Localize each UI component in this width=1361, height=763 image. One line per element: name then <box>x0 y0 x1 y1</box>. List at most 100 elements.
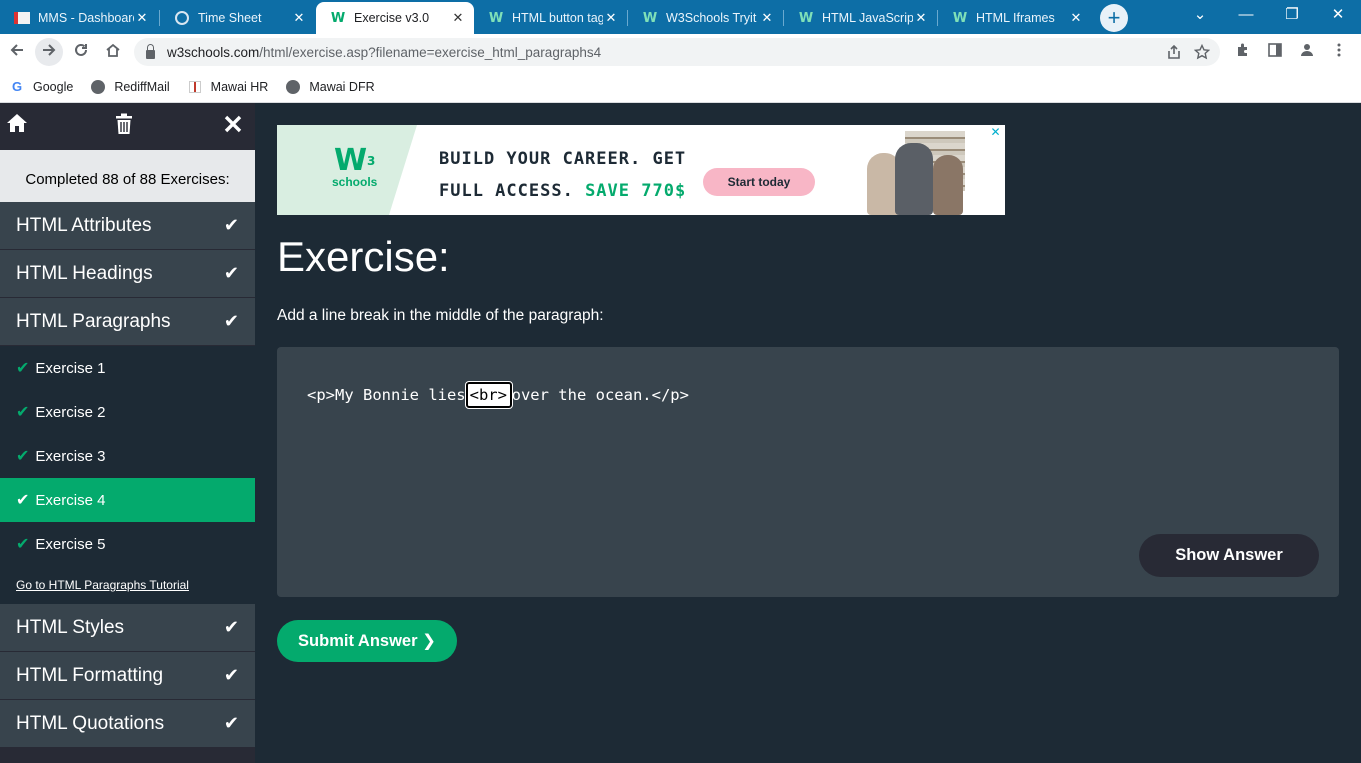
close-icon[interactable] <box>224 113 242 139</box>
ad-start-today-button[interactable]: Start today <box>703 168 815 196</box>
logo-mark: W <box>333 143 368 178</box>
forward-icon[interactable] <box>35 38 63 66</box>
address-bar[interactable]: w3schools.com/html/exercise.asp?filename… <box>134 38 1220 66</box>
w3schools-icon: W <box>488 10 504 26</box>
browser-tab-bar: MMS - Dashboard ✕ Time Sheet ✕ W Exercis… <box>0 0 1361 34</box>
bookmark-label: Google <box>33 79 74 94</box>
exercise-label: Exercise 2 <box>35 403 106 421</box>
google-icon: G <box>11 79 23 94</box>
exercise-sidebar: Completed 88 of 88 Exercises: HTML Attri… <box>0 103 255 763</box>
sidebar-exercise-2[interactable]: ✔ Exercise 2 <box>0 390 255 434</box>
tab-html-button-tag[interactable]: W HTML button tag ✕ <box>474 2 627 34</box>
bookmark-mawai-hr[interactable]: Mawai HR <box>188 79 269 94</box>
sidebar-category-html-quotations[interactable]: HTML Quotations ✔ <box>0 700 255 748</box>
tab-close-icon[interactable]: ✕ <box>1068 10 1084 26</box>
category-label: HTML Headings <box>16 262 153 284</box>
exercise-label: Exercise 1 <box>35 359 106 377</box>
advertisement-banner[interactable]: W3 schools BUILD YOUR CAREER. GET FULL A… <box>277 125 1005 215</box>
tab-w3schools-tryit[interactable]: W W3Schools Tryit Editor ✕ <box>628 2 783 34</box>
category-label: HTML Formatting <box>16 664 164 686</box>
bookmark-google[interactable]: G Google <box>10 79 74 94</box>
bookmark-rediffmail[interactable]: RediffMail <box>91 79 170 94</box>
w3schools-logo: W3 schools <box>332 146 377 190</box>
code-exercise-box: <p>My Bonnie lies over the ocean.</p> Sh… <box>277 347 1339 597</box>
tab-title: W3Schools Tryit Editor <box>666 11 759 25</box>
back-icon[interactable] <box>3 38 31 66</box>
w3schools-icon: W <box>330 10 346 26</box>
home-browser-icon[interactable] <box>99 38 127 66</box>
bookmark-label: RediffMail <box>114 79 170 94</box>
bookmark-label: Mawai HR <box>210 79 269 94</box>
tab-close-icon[interactable]: ✕ <box>603 10 619 26</box>
tab-close-icon[interactable]: ✕ <box>913 10 929 26</box>
menu-icon[interactable] <box>1325 38 1353 66</box>
extensions-icon[interactable] <box>1229 38 1257 66</box>
reload-icon[interactable] <box>67 38 95 66</box>
check-icon: ✔ <box>223 713 239 733</box>
url-host: w3schools.com <box>167 44 260 60</box>
check-icon: ✔ <box>16 360 30 377</box>
tab-html-javascript[interactable]: W HTML JavaScript ✕ <box>784 2 937 34</box>
tab-title: HTML JavaScript <box>822 11 913 25</box>
tab-html-iframes[interactable]: W HTML Iframes ✕ <box>938 2 1092 34</box>
sidebar-category-html-formatting[interactable]: HTML Formatting ✔ <box>0 652 255 700</box>
sidebar-category-html-headings[interactable]: HTML Headings ✔ <box>0 250 255 298</box>
submit-answer-button[interactable]: Submit Answer ❯ <box>277 620 457 662</box>
url-path: /html/exercise.asp?filename=exercise_htm… <box>259 44 602 60</box>
check-icon: ✔ <box>223 617 239 637</box>
minimize-button[interactable]: — <box>1223 0 1269 30</box>
check-icon: ✔ <box>223 311 239 331</box>
tab-title: MMS - Dashboard <box>38 11 134 25</box>
bookmark-star-icon[interactable] <box>1193 43 1211 64</box>
tab-exercise[interactable]: W Exercise v3.0 ✕ <box>316 2 474 34</box>
tab-title: Exercise v3.0 <box>354 11 430 25</box>
restore-button[interactable]: ❐ <box>1269 0 1315 30</box>
tab-close-icon[interactable]: ✕ <box>759 10 775 26</box>
tab-close-icon[interactable]: ✕ <box>450 10 466 26</box>
trash-icon[interactable] <box>115 113 133 141</box>
ad-close-icon[interactable]: ✕ <box>988 125 1003 140</box>
w3schools-icon: W <box>952 10 968 26</box>
tab-title: HTML Iframes <box>976 11 1055 25</box>
ad-headline: BUILD YOUR CAREER. GET FULL ACCESS. SAVE… <box>439 143 686 207</box>
logo-sup: 3 <box>367 154 376 168</box>
sidebar-category-html-styles[interactable]: HTML Styles ✔ <box>0 604 255 652</box>
share-icon[interactable] <box>1166 44 1182 64</box>
globe-icon <box>91 79 106 94</box>
sidebar-exercise-5[interactable]: ✔ Exercise 5 <box>0 522 255 566</box>
progress-text: Completed 88 of 88 Exercises: <box>0 150 255 202</box>
ad-photo <box>837 125 1005 215</box>
mms-icon <box>14 10 30 26</box>
sidebar-exercise-3[interactable]: ✔ Exercise 3 <box>0 434 255 478</box>
tutorial-link[interactable]: Go to HTML Paragraphs Tutorial <box>16 578 189 592</box>
check-icon: ✔ <box>16 536 30 553</box>
close-window-button[interactable]: ✕ <box>1315 0 1361 30</box>
tab-time-sheet[interactable]: Time Sheet ✕ <box>160 2 315 34</box>
answer-input[interactable] <box>464 381 513 409</box>
sidebar-toolbar <box>0 103 255 150</box>
exercise-label: Exercise 3 <box>35 447 106 465</box>
tab-close-icon[interactable]: ✕ <box>291 10 307 26</box>
check-icon: ✔ <box>223 263 239 283</box>
sidebar-category-html-paragraphs[interactable]: HTML Paragraphs ✔ <box>0 298 255 346</box>
tab-mms-dashboard[interactable]: MMS - Dashboard ✕ <box>0 2 158 34</box>
sidebar-exercise-1[interactable]: ✔ Exercise 1 <box>0 346 255 390</box>
sidebar-exercise-4[interactable]: ✔ Exercise 4 <box>0 478 255 522</box>
tab-title: Time Sheet <box>198 11 262 25</box>
category-label: HTML Paragraphs <box>16 310 171 332</box>
code-after: over the ocean.</p> <box>511 386 689 404</box>
category-label: HTML Quotations <box>16 712 165 734</box>
home-icon[interactable] <box>6 113 28 139</box>
tab-search-button[interactable]: ⌄ <box>1177 0 1223 30</box>
w3schools-icon: W <box>798 10 814 26</box>
side-panel-icon[interactable] <box>1261 38 1289 66</box>
tab-close-icon[interactable]: ✕ <box>134 10 150 26</box>
show-answer-button[interactable]: Show Answer <box>1139 534 1319 577</box>
sidebar-category-html-attributes[interactable]: HTML Attributes ✔ <box>0 202 255 250</box>
globe-icon <box>174 10 190 26</box>
new-tab-button[interactable]: + <box>1100 4 1128 32</box>
w3schools-icon: W <box>642 10 658 26</box>
profile-icon[interactable] <box>1293 38 1321 66</box>
bookmark-mawai-dfr[interactable]: Mawai DFR <box>286 79 375 94</box>
bookmark-label: Mawai DFR <box>309 79 375 94</box>
